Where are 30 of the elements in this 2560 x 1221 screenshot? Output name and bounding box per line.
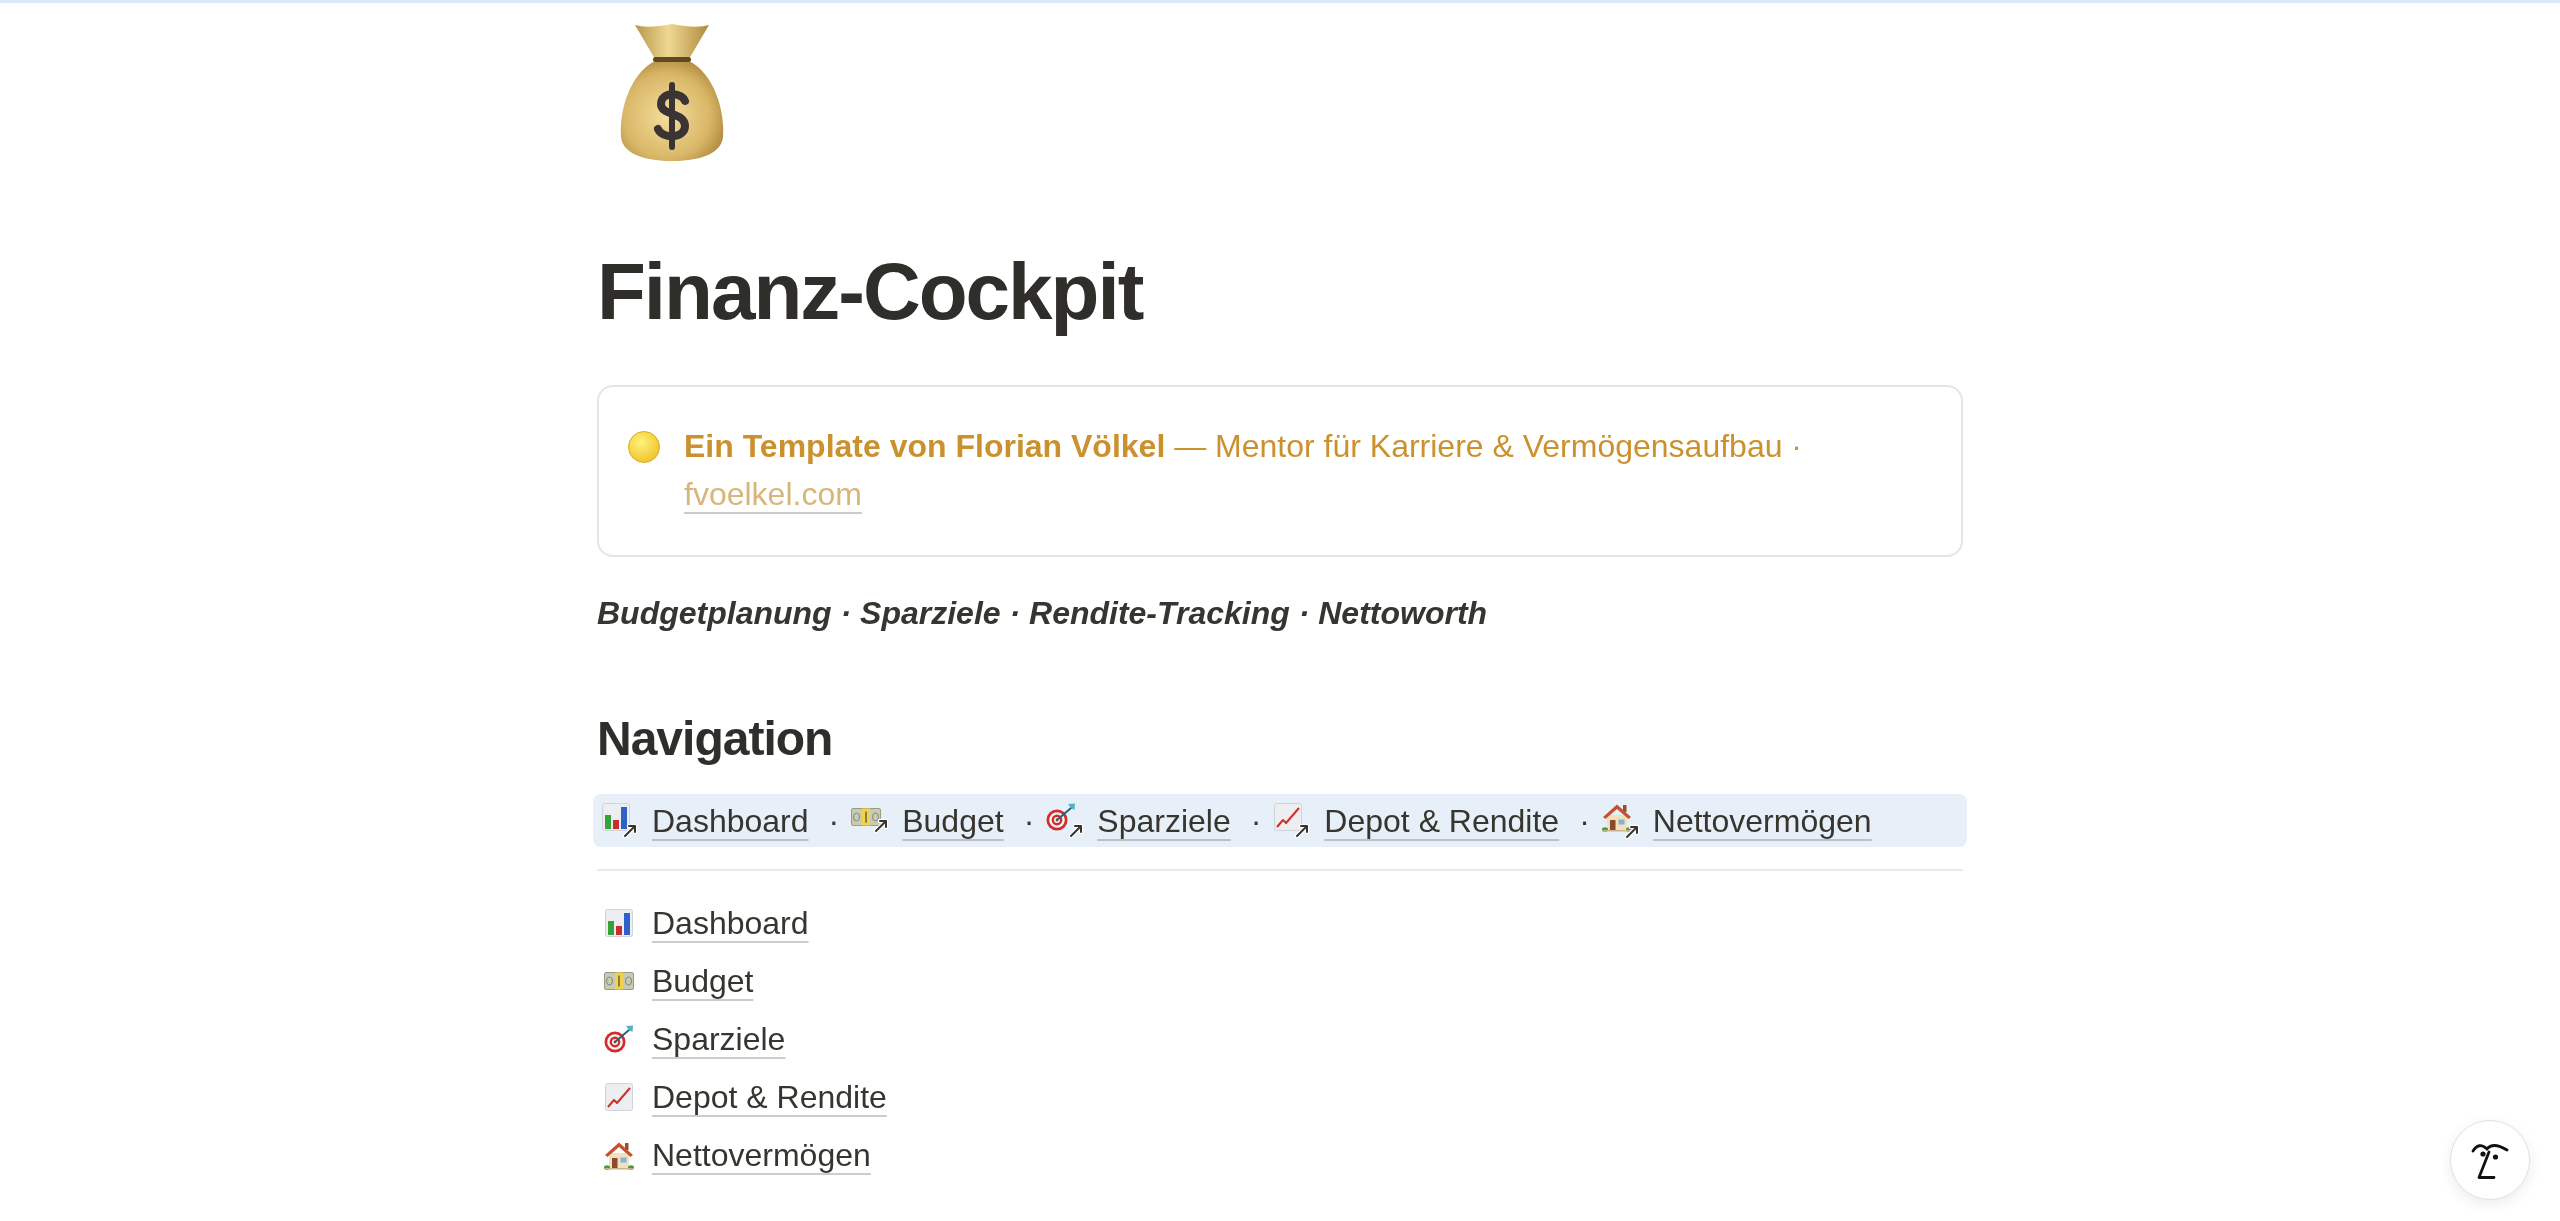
- page-link[interactable]: Dashboard: [601, 797, 809, 845]
- house-with-arrow-icon: [1601, 802, 1640, 840]
- page-link[interactable]: Nettovermögen: [597, 1131, 871, 1179]
- page-link[interactable]: Sparziele: [1046, 797, 1231, 845]
- callout-text: Ein Template von Florian Völkel — Mentor für Karriere & Vermögensaufbau · fvoelkel.com: [684, 427, 1803, 514]
- bar-chart-icon: [605, 909, 633, 937]
- dot-separator: ·: [1250, 802, 1262, 841]
- money-bag-icon[interactable]: [619, 21, 725, 161]
- rising-chart-with-arrow-icon: [1274, 803, 1311, 839]
- page-link[interactable]: Sparziele: [597, 1015, 786, 1063]
- bar-chart-with-arrow-icon: [602, 803, 638, 839]
- banknote-with-arrow-icon: [851, 808, 890, 834]
- page-link[interactable]: Dashboard: [597, 899, 809, 947]
- page-link[interactable]: Depot & Rendite: [597, 1073, 887, 1121]
- dart-target-icon: [604, 1025, 634, 1053]
- section-heading: Navigation: [597, 711, 833, 767]
- banknote-icon: [604, 972, 634, 990]
- house-icon: [604, 1140, 634, 1170]
- dart-target-with-arrow-icon: [1046, 803, 1085, 839]
- page-link[interactable]: Budget: [851, 797, 1004, 845]
- dot-separator: ·: [828, 802, 840, 841]
- dot-separator: ·: [1023, 802, 1035, 841]
- dot-separator: ·: [1579, 802, 1590, 841]
- page-title: Finanz-Cockpit: [597, 246, 1143, 338]
- page-link[interactable]: Nettovermögen: [1601, 797, 1872, 845]
- page-link[interactable]: Depot & Rendite: [1273, 797, 1560, 845]
- subtitle: Budgetplanung · Sparziele · Rendite-Tracking · Nettoworth: [597, 594, 1488, 633]
- circle-icon: [628, 431, 660, 463]
- page-link[interactable]: Budget: [597, 957, 754, 1005]
- rising-chart-icon: [605, 1083, 633, 1111]
